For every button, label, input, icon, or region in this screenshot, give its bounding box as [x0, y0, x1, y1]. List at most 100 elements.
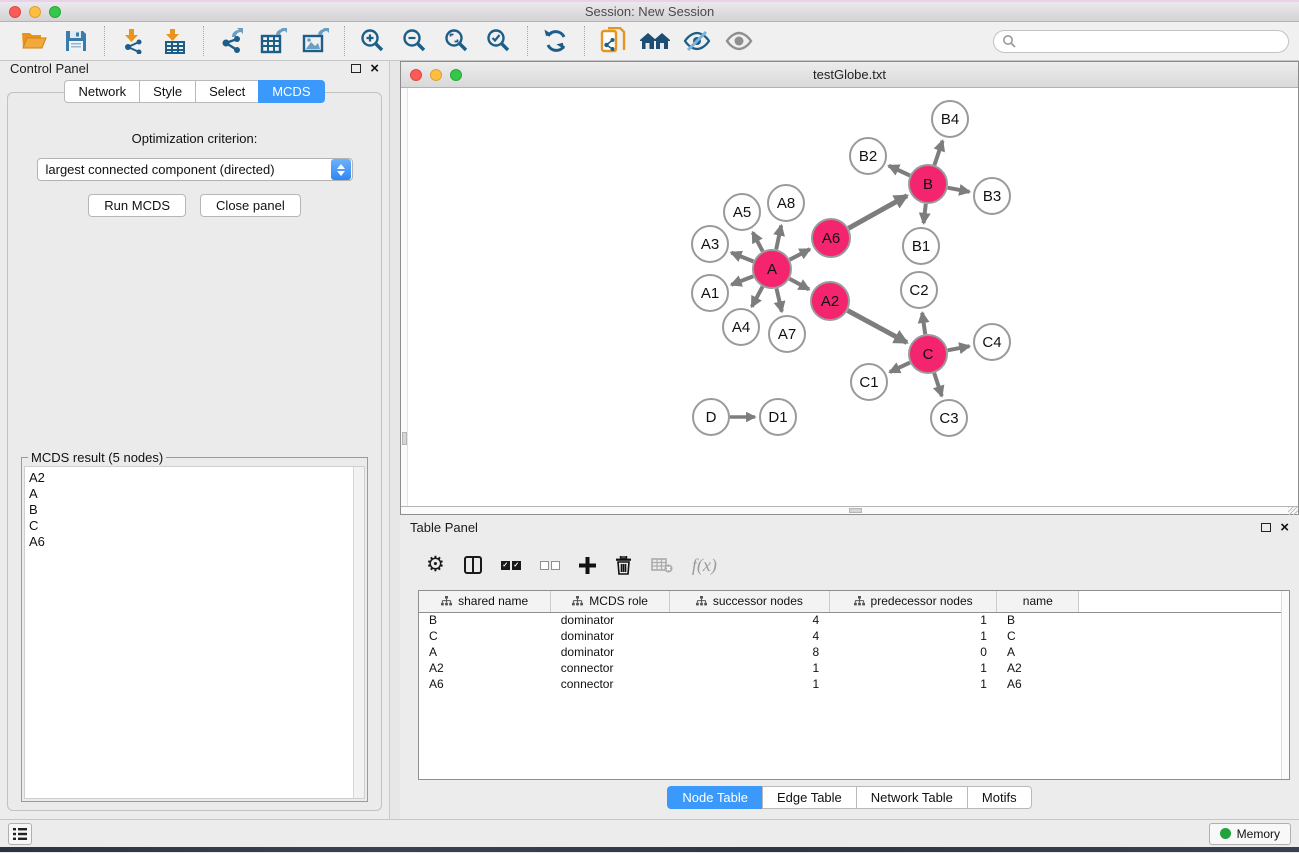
graph-edge-C-C2[interactable] [922, 313, 925, 334]
column-header-name[interactable]: name [997, 591, 1079, 612]
table-cell[interactable]: C [997, 628, 1079, 644]
mcds-result-list[interactable]: A2ABCA6 [25, 467, 353, 798]
search-input[interactable] [1020, 34, 1288, 48]
tab-edge-table[interactable]: Edge Table [762, 786, 857, 809]
graph-node-A2[interactable]: A2 [811, 282, 849, 320]
close-panel-button[interactable]: Close panel [200, 194, 301, 217]
graph-edge-C-C1[interactable] [890, 363, 910, 373]
network-vertical-scrollbar[interactable] [401, 88, 408, 506]
mcds-result-item[interactable]: A [29, 486, 349, 502]
table-cell[interactable]: 1 [829, 628, 997, 644]
close-table-panel-icon[interactable]: × [1280, 523, 1289, 533]
tab-mcds[interactable]: MCDS [258, 80, 324, 103]
cybrowser-home-button[interactable] [639, 26, 671, 56]
mcds-result-item[interactable]: A6 [29, 534, 349, 550]
table-cell[interactable]: 0 [829, 644, 997, 660]
refresh-button[interactable] [540, 26, 572, 56]
table-cell[interactable]: A6 [419, 676, 551, 692]
table-cell[interactable]: dominator [551, 644, 670, 660]
show-graphics-details-button[interactable] [723, 26, 755, 56]
graph-node-C3[interactable]: C3 [931, 400, 967, 436]
mcds-result-item[interactable]: B [29, 502, 349, 518]
import-table-button[interactable] [159, 26, 191, 56]
graph-edge-A2-C[interactable] [848, 311, 907, 343]
graph-node-C4[interactable]: C4 [974, 324, 1010, 360]
graph-edge-A-A3[interactable] [731, 253, 753, 262]
graph-node-A[interactable]: A [753, 250, 791, 288]
column-header-successor-nodes[interactable]: successor nodes [670, 591, 830, 612]
delete-column-icon[interactable] [615, 556, 632, 575]
select-all-checkboxes-icon[interactable]: ✓✓ [501, 561, 521, 570]
show-panels-button[interactable] [8, 823, 32, 845]
deselect-all-checkboxes-icon[interactable] [540, 561, 560, 570]
network-from-clipboard-button[interactable] [597, 26, 629, 56]
save-session-button[interactable] [60, 26, 92, 56]
table-scrollbar[interactable] [1281, 591, 1289, 779]
graph-node-B3[interactable]: B3 [974, 178, 1010, 214]
graph-node-D1[interactable]: D1 [760, 399, 796, 435]
search-box[interactable] [993, 30, 1289, 53]
graph-edge-A-A5[interactable] [753, 232, 763, 251]
graph-node-B[interactable]: B [909, 165, 947, 203]
graph-edge-A-A8[interactable] [776, 226, 781, 250]
tab-select[interactable]: Select [195, 80, 259, 103]
graph-node-A5[interactable]: A5 [724, 194, 760, 230]
column-header-predecessor-nodes[interactable]: predecessor nodes [829, 591, 997, 612]
export-table-button[interactable] [258, 26, 290, 56]
table-cell[interactable]: 1 [829, 612, 997, 628]
graph-edge-C-C3[interactable] [934, 373, 942, 396]
table-cell[interactable]: 8 [670, 644, 830, 660]
table-cell[interactable]: dominator [551, 628, 670, 644]
vertical-scroll-thumb[interactable] [402, 432, 407, 445]
graph-node-A7[interactable]: A7 [769, 316, 805, 352]
graph-node-D[interactable]: D [693, 399, 729, 435]
graph-edge-B-B4[interactable] [934, 141, 942, 165]
graph-node-B4[interactable]: B4 [932, 101, 968, 137]
table-cell[interactable]: 1 [670, 676, 830, 692]
table-row[interactable]: A6connector11A6 [419, 676, 1289, 692]
memory-button[interactable]: Memory [1209, 823, 1291, 845]
graph-node-B1[interactable]: B1 [903, 228, 939, 264]
float-table-panel-icon[interactable] [1261, 523, 1271, 532]
graph-edge-A6-B[interactable] [849, 196, 908, 229]
node-table[interactable]: shared nameMCDS rolesuccessor nodesprede… [419, 591, 1289, 692]
import-network-button[interactable] [117, 26, 149, 56]
graph-node-A4[interactable]: A4 [723, 309, 759, 345]
graph-node-C2[interactable]: C2 [901, 272, 937, 308]
zoom-in-button[interactable] [357, 26, 389, 56]
table-cell[interactable]: 1 [670, 660, 830, 676]
tab-motifs[interactable]: Motifs [967, 786, 1032, 809]
table-cell[interactable]: A [997, 644, 1079, 660]
table-cell[interactable]: connector [551, 660, 670, 676]
table-row[interactable]: Bdominator41B [419, 612, 1289, 628]
network-horizontal-scrollbar[interactable] [401, 506, 1298, 514]
horizontal-scroll-thumb[interactable] [849, 508, 862, 513]
column-header-MCDS-role[interactable]: MCDS role [551, 591, 670, 612]
zoom-selected-button[interactable] [483, 26, 515, 56]
table-cell[interactable]: 1 [829, 676, 997, 692]
hide-graphics-details-button[interactable] [681, 26, 713, 56]
graph-edge-A-A1[interactable] [731, 276, 753, 285]
table-cell[interactable]: C [419, 628, 551, 644]
function-builder-icon[interactable]: f(x) [692, 555, 717, 576]
toggle-column-view-icon[interactable] [464, 556, 482, 574]
table-cell[interactable]: B [419, 612, 551, 628]
network-graph[interactable]: B4B2BB3B1A5A8A6A3AA1A4A7A2C2CC4C1C3DD1 [401, 88, 1298, 506]
table-cell[interactable]: dominator [551, 612, 670, 628]
table-cell[interactable]: A6 [997, 676, 1079, 692]
column-header-shared-name[interactable]: shared name [419, 591, 551, 612]
graph-edge-B-B3[interactable] [948, 188, 970, 192]
mcds-result-item[interactable]: C [29, 518, 349, 534]
graph-node-C1[interactable]: C1 [851, 364, 887, 400]
table-row[interactable]: Cdominator41C [419, 628, 1289, 644]
add-column-icon[interactable] [579, 557, 596, 574]
graph-edge-C-C4[interactable] [948, 346, 970, 350]
table-cell[interactable]: B [997, 612, 1079, 628]
table-cell[interactable]: 4 [670, 612, 830, 628]
table-cell[interactable]: 1 [829, 660, 997, 676]
optimization-criterion-select[interactable]: largest connected component (directed) [37, 158, 353, 181]
export-image-button[interactable] [300, 26, 332, 56]
window-resize-grip[interactable] [1288, 507, 1298, 515]
tab-node-table[interactable]: Node Table [667, 786, 763, 809]
table-row[interactable]: Adominator80A [419, 644, 1289, 660]
